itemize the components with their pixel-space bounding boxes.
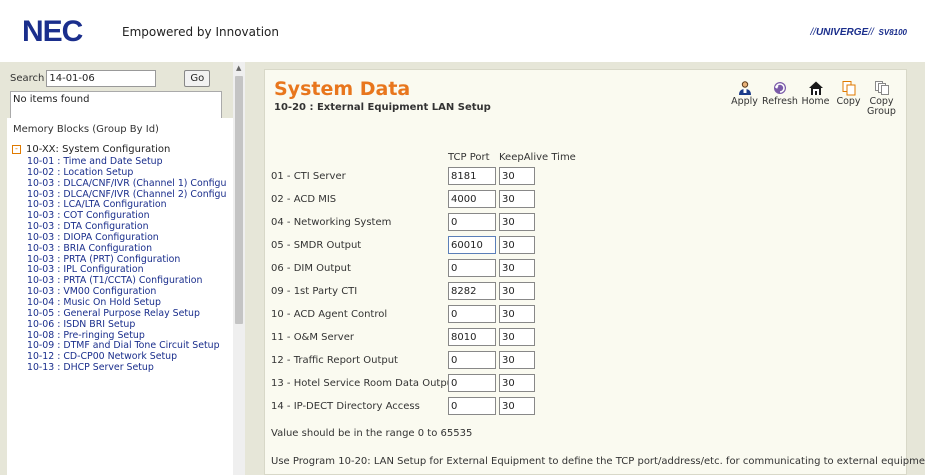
search-row: Search Go: [10, 69, 211, 87]
tcp-port-input[interactable]: [448, 328, 496, 346]
settings-row: 10 - ACD Agent Control: [271, 305, 571, 327]
tree-item[interactable]: 10-13 : DHCP Server Setup: [27, 362, 226, 374]
row-label: 09 - 1st Party CTI: [271, 286, 358, 297]
home-button[interactable]: Home: [799, 80, 832, 117]
copy-label: Copy: [836, 96, 861, 107]
page-subtitle: 10-20 : External Equipment LAN Setup: [274, 102, 491, 113]
row-label: 11 - O&M Server: [271, 332, 354, 343]
tree-item[interactable]: 10-03 : DLCA/CNF/IVR (Channel 1) Configu: [27, 178, 226, 190]
scroll-up-arrow-icon[interactable]: ▲: [236, 64, 241, 72]
tcp-port-header: TCP Port: [448, 152, 490, 163]
tree-group-10xx[interactable]: - 10-XX: System Configuration: [12, 144, 170, 155]
nec-logo: NEC: [22, 15, 83, 48]
tcp-port-input[interactable]: [448, 351, 496, 369]
app-header: NEC Empowered by Innovation //UNIVERGE//…: [0, 0, 925, 62]
row-label: 05 - SMDR Output: [271, 240, 362, 251]
go-button[interactable]: Go: [184, 69, 211, 87]
keepalive-input[interactable]: [499, 397, 535, 415]
settings-row: 13 - Hotel Service Room Data Output: [271, 374, 571, 396]
tree-item[interactable]: 10-06 : ISDN BRI Setup: [27, 319, 226, 331]
refresh-button[interactable]: Refresh: [761, 80, 799, 117]
product-name: UNIVERGE: [815, 27, 869, 38]
row-label: 13 - Hotel Service Room Data Output: [271, 378, 457, 389]
keepalive-input[interactable]: [499, 213, 535, 231]
apply-label: Apply: [731, 96, 758, 107]
memory-blocks-panel: Memory Blocks (Group By Id) - 10-XX: Sys…: [7, 118, 233, 475]
row-label: 06 - DIM Output: [271, 263, 351, 274]
settings-row: 14 - IP-DECT Directory Access: [271, 397, 571, 419]
tcp-port-input[interactable]: [448, 167, 496, 185]
tree-items: 10-01 : Time and Date Setup 10-02 : Loca…: [27, 156, 226, 374]
keepalive-input[interactable]: [499, 236, 535, 254]
tcp-port-input[interactable]: [448, 236, 496, 254]
tagline: Empowered by Innovation: [122, 25, 279, 39]
row-label: 14 - IP-DECT Directory Access: [271, 401, 420, 412]
toolbar: Apply Refresh Home Copy Copy Group: [728, 80, 898, 117]
univerge-logo: //UNIVERGE// SV8100: [810, 27, 907, 38]
settings-row: 06 - DIM Output: [271, 259, 571, 281]
row-label: 01 - CTI Server: [271, 171, 346, 182]
settings-row: 02 - ACD MIS: [271, 190, 571, 212]
keepalive-header: KeepAlive Time: [499, 152, 576, 163]
page-title: System Data: [274, 78, 411, 100]
apply-button[interactable]: Apply: [728, 80, 761, 117]
tcp-port-input[interactable]: [448, 305, 496, 323]
help-note: Use Program 10-20: LAN Setup for Externa…: [271, 456, 925, 467]
refresh-icon: [774, 82, 786, 94]
tcp-port-input[interactable]: [448, 213, 496, 231]
memory-blocks-title: Memory Blocks (Group By Id): [13, 124, 159, 135]
tcp-port-input[interactable]: [448, 397, 496, 415]
tree-item[interactable]: 10-03 : BRIA Configuration: [27, 243, 226, 255]
keepalive-input[interactable]: [499, 190, 535, 208]
tcp-port-input[interactable]: [448, 374, 496, 392]
copy-icon: [842, 81, 855, 96]
settings-row: 12 - Traffic Report Output: [271, 351, 571, 373]
keepalive-input[interactable]: [499, 374, 535, 392]
copy-group-label: Copy Group: [867, 96, 896, 117]
search-label: Search: [10, 72, 45, 84]
row-label: 12 - Traffic Report Output: [271, 355, 398, 366]
copy-button[interactable]: Copy: [832, 80, 865, 117]
keepalive-input[interactable]: [499, 351, 535, 369]
home-label: Home: [801, 96, 830, 107]
copy-group-button[interactable]: Copy Group: [865, 80, 898, 117]
search-input[interactable]: [46, 69, 157, 87]
keepalive-input[interactable]: [499, 259, 535, 277]
sidebar-scrollbar[interactable]: ▲: [233, 62, 245, 475]
tcp-port-input[interactable]: [448, 259, 496, 277]
tcp-port-input[interactable]: [448, 190, 496, 208]
search-results-text: No items found: [13, 94, 90, 105]
main-pane: System Data 10-20 : External Equipment L…: [245, 62, 925, 475]
scroll-thumb[interactable]: [235, 76, 243, 324]
settings-row: 01 - CTI Server: [271, 167, 571, 189]
copy-group-icon: [874, 81, 889, 95]
row-label: 10 - ACD Agent Control: [271, 309, 388, 320]
row-label: 04 - Networking System: [271, 217, 392, 228]
refresh-label: Refresh: [762, 96, 798, 107]
keepalive-input[interactable]: [499, 328, 535, 346]
collapse-toggle-icon[interactable]: -: [12, 145, 21, 154]
settings-row: 04 - Networking System: [271, 213, 571, 235]
apply-icon: [738, 81, 751, 95]
home-icon: [808, 81, 823, 95]
column-headers: TCP Port KeepAlive Time: [448, 152, 576, 163]
settings-row: 05 - SMDR Output: [271, 236, 571, 258]
row-label: 02 - ACD MIS: [271, 194, 337, 205]
range-note: Value should be in the range 0 to 65535: [271, 428, 473, 439]
product-model: SV8100: [878, 28, 907, 37]
keepalive-input[interactable]: [499, 282, 535, 300]
settings-row: 09 - 1st Party CTI: [271, 282, 571, 304]
settings-row: 11 - O&M Server: [271, 328, 571, 350]
system-data-panel: System Data 10-20 : External Equipment L…: [264, 69, 925, 475]
keepalive-input[interactable]: [499, 305, 535, 323]
tcp-port-input[interactable]: [448, 282, 496, 300]
keepalive-input[interactable]: [499, 167, 535, 185]
tree-group-label[interactable]: 10-XX: System Configuration: [26, 144, 170, 155]
